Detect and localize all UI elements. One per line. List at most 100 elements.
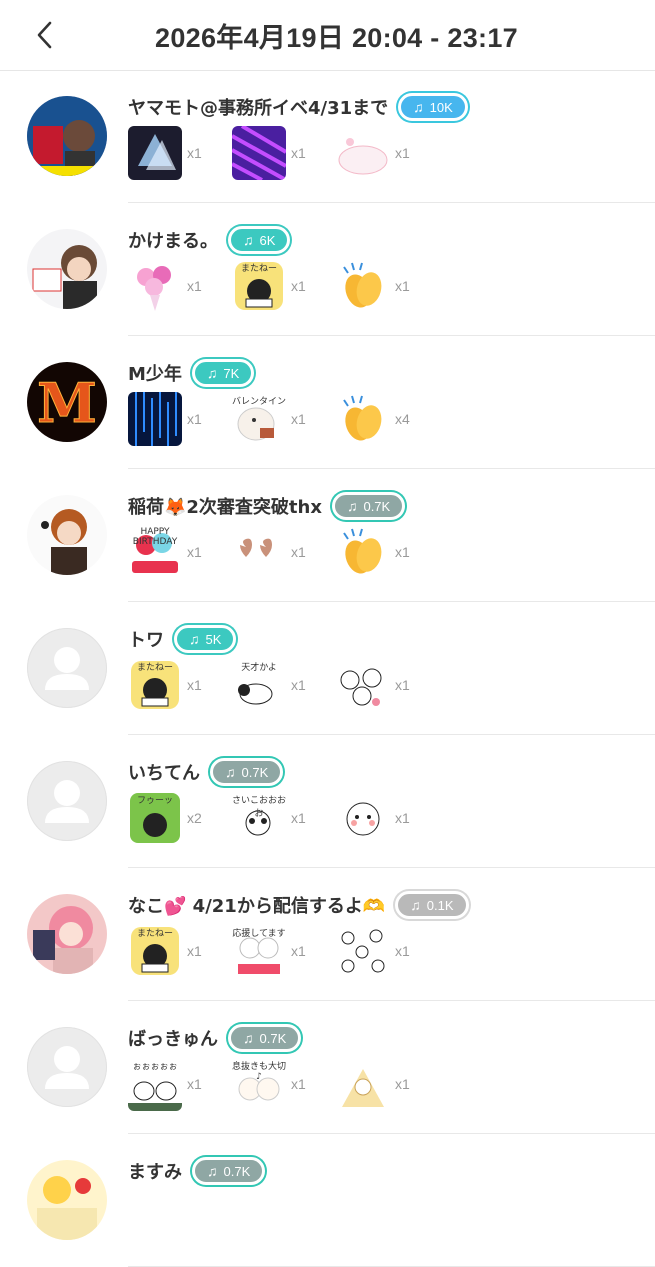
clapping-hands-icon[interactable] (336, 259, 390, 313)
sticker-caption: HAPPY BIRTHDAY (132, 527, 178, 547)
avatar[interactable]: M (27, 362, 107, 442)
list-item[interactable]: M M少年 ♫ 7K x1 バレンタイン x1 x4 (0, 336, 655, 469)
username: なこ💕 4/21から配信するよ🫶 (128, 896, 386, 917)
gift-item: x1 (232, 525, 336, 579)
avatar[interactable] (27, 96, 107, 176)
default-avatar-icon[interactable] (27, 628, 107, 708)
music-note-icon: ♫ (189, 631, 200, 647)
name-line: ばっきゅん ♫ 0.7K (128, 1023, 302, 1053)
white-cat-icon[interactable] (336, 126, 390, 180)
points-value: 0.1K (426, 897, 454, 913)
points-value: 7K (223, 365, 240, 381)
gift-count: x1 (291, 544, 306, 560)
bears-breather-icon[interactable]: 息抜きも大切♪ (232, 1057, 286, 1111)
gift-count: x1 (291, 943, 306, 959)
black-cat-fuu-icon[interactable]: フゥーッ (128, 791, 182, 845)
gift-count: x1 (291, 677, 306, 693)
valentine-bird-icon[interactable]: バレンタイン (232, 392, 286, 446)
name-line: いちてん ♫ 0.7K (128, 757, 284, 787)
happy-birthday-balloon-icon[interactable]: HAPPY BIRTHDAY (128, 525, 182, 579)
gift-list: x1 x1 x1 (128, 125, 440, 181)
clapping-hands-icon[interactable] (336, 392, 390, 446)
white-bear-icon[interactable] (336, 791, 390, 845)
gift-item: 応援してます x1 (232, 924, 336, 978)
list-item[interactable]: ばっきゅん ♫ 0.7K ぉぉぉぉぉ x1 息抜きも大切♪ x1 x1 (0, 1001, 655, 1134)
avatar[interactable] (27, 1160, 107, 1240)
gift-item: x1 (128, 259, 232, 313)
gift-count: x1 (187, 1076, 202, 1092)
list-item[interactable]: トワ ♫ 5K またねー x1 天才かよ x1 x1 (0, 602, 655, 735)
gift-count: x1 (187, 411, 202, 427)
gift-item: x4 (336, 392, 440, 446)
avatar[interactable] (27, 894, 107, 974)
points-value: 0.7K (223, 1163, 251, 1179)
list-item[interactable]: いちてん ♫ 0.7K フゥーッ x2 さいこおおおお x1 x1 (0, 735, 655, 868)
gift-count: x1 (395, 278, 410, 294)
gift-item: またねー x1 (128, 658, 232, 712)
points-badge: ♫ 5K (174, 625, 237, 653)
points-badge: ♫ 0.7K (331, 492, 406, 520)
gift-count: x1 (395, 943, 410, 959)
sticker-caption: 応援してます (232, 929, 286, 939)
sticker-caption: バレンタイン (232, 397, 286, 407)
gift-list: フゥーッ x2 さいこおおおお x1 x1 (128, 790, 440, 846)
many-pandas-icon[interactable] (336, 924, 390, 978)
gift-item: 息抜きも大切♪ x1 (232, 1057, 336, 1111)
list-item[interactable]: ヤマモト@事務所イベ4/31まで ♫ 10K x1 x1 x1 (0, 70, 655, 203)
avatar[interactable] (27, 229, 107, 309)
panda-group-icon[interactable] (336, 658, 390, 712)
gift-item: またねー x1 (128, 924, 232, 978)
matane-sticker-icon[interactable]: またねー (128, 924, 182, 978)
gift-count: x1 (395, 1076, 410, 1092)
flower-bouquet-icon[interactable] (128, 259, 182, 313)
sticker-caption: ぉぉぉぉぉ (132, 1062, 178, 1072)
matane-sticker-icon[interactable]: またねー (128, 658, 182, 712)
cats-ooo-icon[interactable]: ぉぉぉぉぉ (128, 1057, 182, 1111)
username: かけまる。 (128, 231, 218, 252)
gift-item: x1 (336, 126, 440, 180)
yellow-dog-icon[interactable] (336, 1057, 390, 1111)
gift-item: x1 (128, 126, 232, 180)
sticker-caption: 天才かよ (241, 663, 277, 673)
sticker-caption: 息抜きも大切♪ (232, 1062, 286, 1082)
date-range-title: 2026年4月19日 20:04 - 23:17 (155, 23, 518, 53)
list-item[interactable]: ますみ ♫ 0.7K (0, 1134, 655, 1267)
points-value: 0.7K (241, 764, 269, 780)
points-value: 5K (205, 631, 222, 647)
gift-item: 天才かよ x1 (232, 658, 336, 712)
panda-saikou-icon[interactable]: さいこおおおお (232, 791, 286, 845)
gift-count: x1 (187, 943, 202, 959)
matane-sticker-icon[interactable]: またねー (232, 259, 286, 313)
gift-item: またねー x1 (232, 259, 336, 313)
name-line: ますみ ♫ 0.7K (128, 1156, 266, 1186)
list-item[interactable]: 稲荷🦊2次審査突破thx ♫ 0.7K HAPPY BIRTHDAY x1 x1 x1 (0, 469, 655, 602)
clapping-hands-icon[interactable] (336, 525, 390, 579)
gift-count: x1 (187, 278, 202, 294)
crystal-horse-icon[interactable] (128, 126, 182, 180)
brown-hearts-icon[interactable] (232, 525, 286, 579)
gift-list: x1 バレンタイン x1 x4 (128, 391, 440, 447)
music-note-icon: ♫ (206, 365, 218, 381)
gift-item: x1 (336, 525, 440, 579)
list-item[interactable]: なこ💕 4/21から配信するよ🫶 ♫ 0.1K またねー x1 応援してます x1 x1 (0, 868, 655, 1001)
gift-list: またねー x1 応援してます x1 x1 (128, 923, 440, 979)
username: ヤマモト@事務所イベ4/31まで (128, 98, 389, 119)
purple-pattern-icon[interactable] (232, 126, 286, 180)
panda-tensai-icon[interactable]: 天才かよ (232, 658, 286, 712)
gift-list: またねー x1 天才かよ x1 x1 (128, 657, 440, 713)
cheer-bears-icon[interactable]: 応援してます (232, 924, 286, 978)
gift-count: x1 (291, 810, 306, 826)
avatar[interactable] (27, 495, 107, 575)
gift-item: フゥーッ x2 (128, 791, 232, 845)
username: M少年 (128, 364, 182, 385)
header-bar: 2026年4月19日 20:04 - 23:17 (0, 0, 655, 71)
default-avatar-icon[interactable] (27, 1027, 107, 1107)
default-avatar-icon[interactable] (27, 761, 107, 841)
points-badge: ♫ 10K (398, 93, 468, 121)
username: 稲荷🦊2次審査突破thx (128, 497, 322, 518)
list-item[interactable]: かけまる。 ♫ 6K x1 またねー x1 x1 (0, 203, 655, 336)
gift-count: x1 (187, 145, 202, 161)
sticker-caption: さいこおおおお (232, 796, 286, 819)
sticker-caption: またねー (136, 663, 173, 673)
blue-light-rain-icon[interactable] (128, 392, 182, 446)
